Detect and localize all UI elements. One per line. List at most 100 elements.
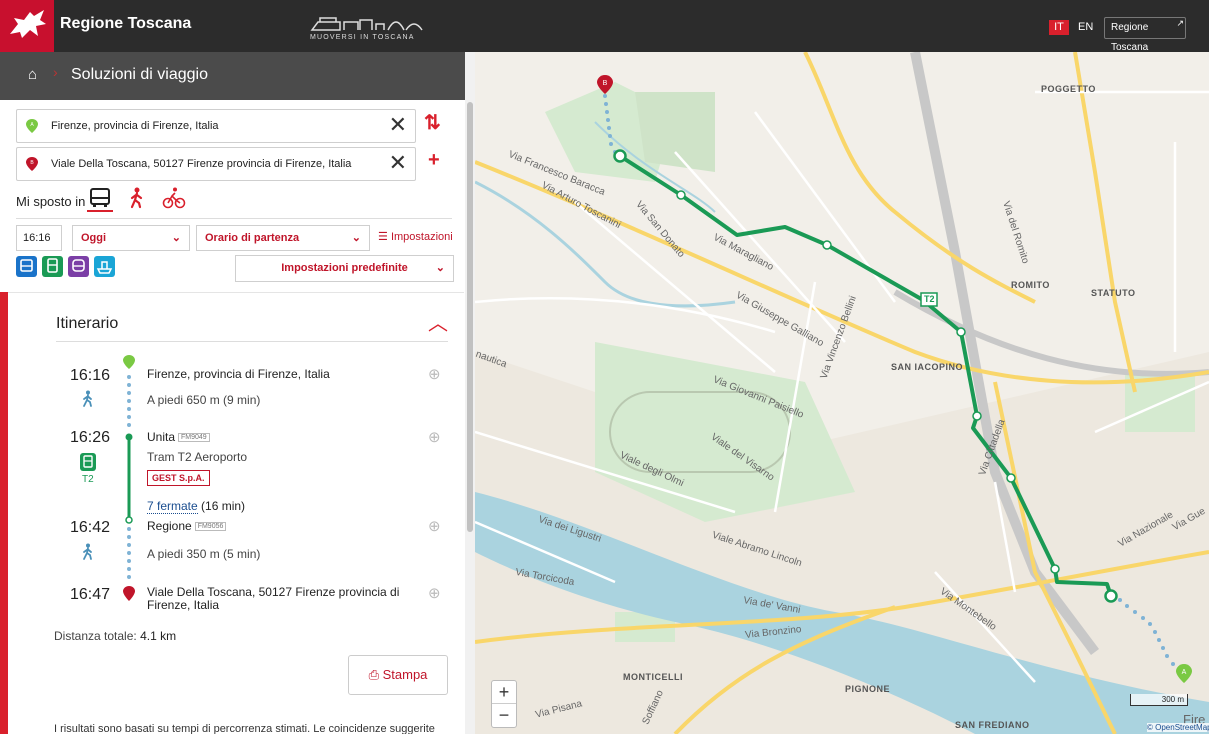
stop-code: FM9056 (194, 522, 227, 532)
map-scale: 300 m (1130, 694, 1188, 706)
add-stop-icon[interactable]: + (428, 149, 440, 172)
step-time: 16:47 (70, 586, 111, 603)
total-distance: Distanza totale: 4.1 km (54, 629, 176, 643)
map-label-romito: ROMITO (1011, 280, 1050, 290)
step-detail: A piedi 350 m (5 min) (147, 547, 261, 561)
line-badge: T2 (82, 474, 94, 485)
zoom-in-button[interactable]: + (492, 681, 516, 704)
walk-mode-icon[interactable] (124, 186, 150, 212)
ferry-icon (96, 261, 113, 274)
step-time: 16:26 (70, 429, 111, 446)
bus-filter-button[interactable] (16, 256, 37, 277)
regione-toscana-link[interactable]: Regione Toscana ↗ (1104, 17, 1186, 53)
day-value: Oggi (81, 232, 107, 244)
itinerary-timeline (123, 355, 135, 601)
park-area (635, 92, 715, 172)
print-button[interactable]: ⎙ Stampa (348, 655, 448, 695)
svg-text:B: B (603, 80, 608, 87)
breadcrumb-separator-icon: › (53, 64, 58, 80)
clear-origin-icon[interactable]: ✕ (389, 113, 407, 137)
map-label-san-frediano: SAN FREDIANO (955, 720, 1030, 730)
train-icon (72, 259, 85, 272)
tram-filter-button[interactable] (42, 256, 63, 277)
origin-field[interactable]: A Firenze, provincia di Firenze, Italia … (16, 109, 416, 143)
pegasus-icon (10, 10, 46, 38)
zoom-control: + − (491, 680, 517, 728)
map-label-poggetto: POGGETTO (1041, 84, 1096, 94)
map-label-san-iacopino: SAN IACOPINO (891, 362, 964, 372)
svg-text:A: A (1182, 669, 1187, 676)
itinerary-accent (0, 292, 8, 734)
divider (56, 341, 448, 342)
destination-field[interactable]: B Viale Della Toscana, 50127 Firenze pro… (16, 147, 416, 181)
stops-link[interactable]: 7 fermate (147, 499, 198, 514)
page-title: Soluzioni di viaggio (71, 66, 208, 83)
home-icon[interactable]: ⌂ (28, 66, 37, 83)
collapse-chevron-icon[interactable]: ︿ (428, 307, 448, 336)
swap-icon[interactable]: ⇅ (424, 110, 441, 135)
route-end-marker (1104, 589, 1118, 603)
preset-select[interactable]: Impostazioni predefinite ⌄ (235, 255, 454, 282)
zoom-out-button[interactable]: − (492, 704, 516, 727)
muoversi-logo[interactable]: MUOVERSI IN TOSCANA (310, 12, 430, 44)
tram-icon (47, 258, 58, 273)
map[interactable]: B A T2 POGGETTO ROMITO STATUTO SAN IACOP… (475, 52, 1209, 734)
regione-logo[interactable] (0, 0, 54, 52)
bike-icon (162, 187, 186, 209)
bike-mode-icon[interactable] (161, 186, 187, 212)
time-type-select[interactable]: Orario di partenza ⌄ (196, 225, 370, 251)
route-start-marker (613, 149, 627, 163)
step-place: Firenze, Italia (147, 598, 220, 612)
operator-name: GEST S.p.A. (152, 473, 205, 483)
origin-pin-icon: A (26, 119, 38, 133)
chevron-down-icon: ⌄ (435, 262, 445, 274)
map-attribution[interactable]: © OpenStreetMap (1147, 723, 1209, 732)
zoom-step-icon[interactable]: ⊕ (428, 365, 441, 383)
walk-icon (83, 390, 92, 407)
operator-link[interactable]: GEST S.p.A. (147, 470, 210, 486)
total-value: 4.1 km (140, 629, 177, 643)
map-label-statuto: STATUTO (1091, 288, 1136, 298)
step-detail: Tram T2 Aeroporto (147, 450, 248, 464)
zoom-step-icon[interactable]: ⊕ (428, 428, 441, 446)
settings-label: Impostazioni (390, 231, 453, 243)
preset-value: Impostazioni predefinite (281, 262, 408, 274)
stops-duration: (16 min) (201, 499, 246, 513)
bus-mode-icon[interactable] (87, 186, 113, 212)
train-filter-button[interactable] (68, 256, 89, 277)
lang-it-button[interactable]: IT (1049, 20, 1069, 35)
print-label: Stampa (382, 667, 428, 682)
time-input[interactable]: 16:16 (16, 225, 62, 251)
bus-icon (90, 188, 110, 207)
settings-link[interactable]: ☰ Impostazioni (378, 230, 453, 243)
tram-icon (80, 453, 96, 471)
origin-value: Firenze, provincia di Firenze, Italia (51, 120, 219, 132)
zoom-step-icon[interactable]: ⊕ (428, 517, 441, 535)
ferry-filter-button[interactable] (94, 256, 115, 277)
skyline-icon (310, 17, 423, 31)
disclaimer: I risultati sono basati su tempi di perc… (54, 723, 435, 734)
lang-en-button[interactable]: EN (1078, 20, 1093, 35)
panel-scrollbar[interactable] (465, 52, 475, 734)
left-panel: ⌂ › Soluzioni di viaggio A Firenze, prov… (0, 52, 475, 734)
bus-icon (20, 259, 33, 272)
top-header: Regione Toscana MUOVERSI IN TOSCANA IT E… (0, 0, 1209, 53)
zoom-step-icon[interactable]: ⊕ (428, 584, 441, 602)
external-link-icon: ↗ (1176, 18, 1184, 28)
step-place: Firenze, provincia di Firenze, Italia (147, 367, 330, 381)
step-time: 16:42 (70, 519, 111, 536)
day-select[interactable]: Oggi ⌄ (72, 225, 190, 251)
regione-toscana-label: Regione Toscana (1111, 22, 1149, 53)
step-stop: Unita FM9049 (147, 430, 210, 444)
stop-code: FM9049 (178, 433, 210, 443)
step-detail: A piedi 650 m (9 min) (147, 393, 261, 407)
sliders-icon: ☰ (378, 231, 388, 243)
brand-name[interactable]: Regione Toscana (60, 15, 191, 33)
printer-icon: ⎙ (368, 667, 379, 682)
clear-destination-icon[interactable]: ✕ (389, 151, 407, 175)
scroll-thumb[interactable] (467, 102, 473, 532)
time-type-value: Orario di partenza (205, 232, 300, 244)
stops-info: 7 fermate (16 min) (147, 499, 246, 514)
map-label-pignone: PIGNONE (845, 684, 891, 694)
step-time: 16:16 (70, 367, 111, 384)
